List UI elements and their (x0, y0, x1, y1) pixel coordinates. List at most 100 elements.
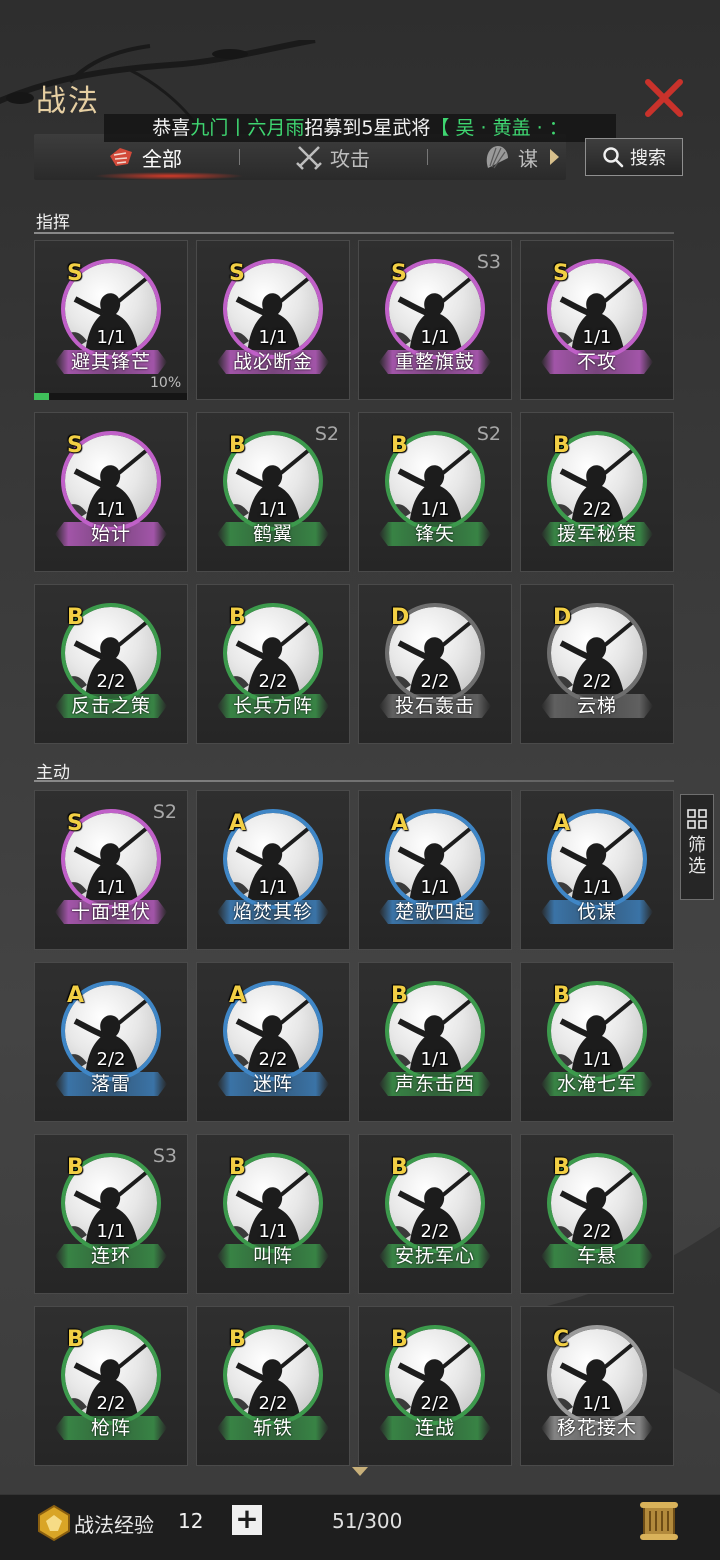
tactic-name: 鹤翼 (252, 523, 293, 545)
tactic-card[interactable]: B S2 1/1 鹤翼 (196, 412, 350, 572)
tactic-card[interactable]: S 1/1 不攻 (520, 240, 674, 400)
grade-badge: D (553, 605, 572, 630)
tactic-card[interactable]: A 1/1 焰焚其轸 (196, 790, 350, 950)
search-icon (603, 147, 624, 168)
tactic-card[interactable]: B 1/1 叫阵 (196, 1134, 350, 1294)
tactic-card[interactable]: B 2/2 枪阵 (34, 1306, 188, 1466)
tactic-count-label: 1/1 (258, 1221, 288, 1242)
learning-progress-label: 10% (150, 375, 182, 391)
grade-badge: D (391, 605, 410, 630)
tactic-card[interactable]: S S3 1/1 重整旗鼓 (358, 240, 512, 400)
grade-badge: S (391, 261, 407, 286)
tactic-name: 斩铁 (252, 1417, 293, 1439)
tactic-name: 迷阵 (252, 1073, 293, 1095)
grade-badge: S (67, 433, 83, 458)
tactic-count-label: 1/1 (420, 877, 450, 898)
tactic-name: 投石轰击 (394, 695, 475, 717)
grade-badge: B (229, 1327, 246, 1352)
tactic-card[interactable]: B 2/2 安抚军心 (358, 1134, 512, 1294)
tactic-name: 始计 (90, 523, 131, 545)
tactic-name: 水淹七军 (556, 1073, 637, 1095)
grade-badge: B (67, 1155, 84, 1180)
tactic-card[interactable]: B 2/2 斩铁 (196, 1306, 350, 1466)
tactic-name: 不攻 (576, 351, 617, 373)
tactic-card[interactable]: B 2/2 援军秘策 (520, 412, 674, 572)
tactic-card[interactable]: S S2 1/1 十面埋伏 (34, 790, 188, 950)
tactic-count-label: 2/2 (420, 1393, 450, 1414)
scroll-book-icon[interactable] (638, 1499, 680, 1543)
tactic-card[interactable]: A 2/2 落雷 (34, 962, 188, 1122)
grade-badge: A (391, 811, 409, 836)
tactic-count: 51/300 (332, 1509, 403, 1533)
tactic-name: 车悬 (576, 1245, 617, 1267)
tactic-count-label: 1/1 (258, 499, 288, 520)
filter-button[interactable]: 筛选 (680, 794, 714, 900)
tactic-card[interactable]: S 1/1 战必断金 (196, 240, 350, 400)
tactic-count-label: 2/2 (582, 671, 612, 692)
grade-badge: B (553, 1155, 570, 1180)
grade-badge: S (67, 261, 83, 286)
tactic-name: 援军秘策 (556, 523, 637, 545)
grade-badge: C (553, 1327, 570, 1352)
tactic-card[interactable]: A 1/1 楚歌四起 (358, 790, 512, 950)
tactic-card[interactable]: S 1/1 始计 (34, 412, 188, 572)
announcement-prefix: 恭喜 (152, 117, 191, 139)
tactic-card[interactable]: B 2/2 连战 (358, 1306, 512, 1466)
tab-divider (427, 149, 428, 165)
tactic-card[interactable]: B 1/1 水淹七军 (520, 962, 674, 1122)
tactic-card[interactable]: B 2/2 长兵方阵 (196, 584, 350, 744)
recruit-announcement: 恭喜九门丨六月雨招募到5星武将【 吴 · 黄盖 · ： (104, 114, 616, 142)
tactic-card[interactable]: B 2/2 车悬 (520, 1134, 674, 1294)
tactic-name: 伐谋 (576, 901, 617, 923)
tactic-name: 反击之策 (70, 695, 151, 717)
tactic-count-label: 2/2 (420, 1221, 450, 1242)
tab-scroll-right-icon[interactable] (550, 149, 559, 165)
tactic-card[interactable]: B S2 1/1 锋矢 (358, 412, 512, 572)
tactic-card[interactable]: A 1/1 伐谋 (520, 790, 674, 950)
tactic-card[interactable]: B S3 1/1 连环 (34, 1134, 188, 1294)
tactic-card[interactable]: B 1/1 声东击西 (358, 962, 512, 1122)
search-button[interactable]: 搜索 (585, 138, 683, 176)
tactic-count-label: 1/1 (582, 1393, 612, 1414)
tactic-card[interactable]: C 1/1 移花接木 (520, 1306, 674, 1466)
tactic-count-label: 2/2 (96, 671, 126, 692)
season-tag: S2 (152, 801, 177, 823)
season-tag: S2 (314, 423, 339, 445)
tactic-exp-label: 战法经验 (74, 1513, 154, 1537)
tactic-count-label: 1/1 (420, 499, 450, 520)
tactic-name: 长兵方阵 (232, 695, 313, 717)
tactic-card[interactable]: B 2/2 反击之策 (34, 584, 188, 744)
tactic-count-label: 1/1 (420, 1049, 450, 1070)
tactic-count-label: 2/2 (258, 671, 288, 692)
grade-badge: B (553, 433, 570, 458)
tactic-name: 枪阵 (90, 1417, 131, 1439)
scroll-down-indicator-icon (352, 1467, 368, 1476)
tactic-name: 连环 (90, 1245, 131, 1267)
tab-all-label: 全部 (142, 146, 182, 171)
page-title: 战法 (36, 84, 100, 119)
tactic-name: 锋矢 (414, 523, 455, 545)
announcement-general: 【 吴 · 黄盖 · ： (430, 117, 568, 139)
tab-attack-label: 攻击 (330, 146, 370, 171)
grade-badge: B (553, 983, 570, 1008)
grade-badge: A (67, 983, 85, 1008)
close-icon[interactable] (642, 78, 686, 118)
filter-label: 筛选 (688, 835, 706, 877)
tactic-name: 移花接木 (556, 1417, 637, 1439)
tactic-name: 十面埋伏 (70, 901, 151, 923)
bottom-bar: 战法经验 12 + 51/300 (0, 1494, 720, 1560)
grade-badge: S (553, 261, 569, 286)
tactic-name: 连战 (414, 1417, 455, 1439)
tactic-count-label: 2/2 (582, 499, 612, 520)
grade-badge: B (391, 1155, 408, 1180)
add-exp-button[interactable]: + (232, 1505, 262, 1535)
grid-filter-icon (687, 809, 707, 829)
tactic-card[interactable]: D 2/2 投石轰击 (358, 584, 512, 744)
tactic-card[interactable]: A 2/2 迷阵 (196, 962, 350, 1122)
tactic-name: 重整旗鼓 (394, 351, 475, 373)
tactic-count-label: 2/2 (96, 1049, 126, 1070)
tactic-card[interactable]: D 2/2 云梯 (520, 584, 674, 744)
season-tag: S3 (152, 1145, 177, 1167)
tactic-count-label: 1/1 (420, 327, 450, 348)
search-label: 搜索 (630, 148, 666, 169)
